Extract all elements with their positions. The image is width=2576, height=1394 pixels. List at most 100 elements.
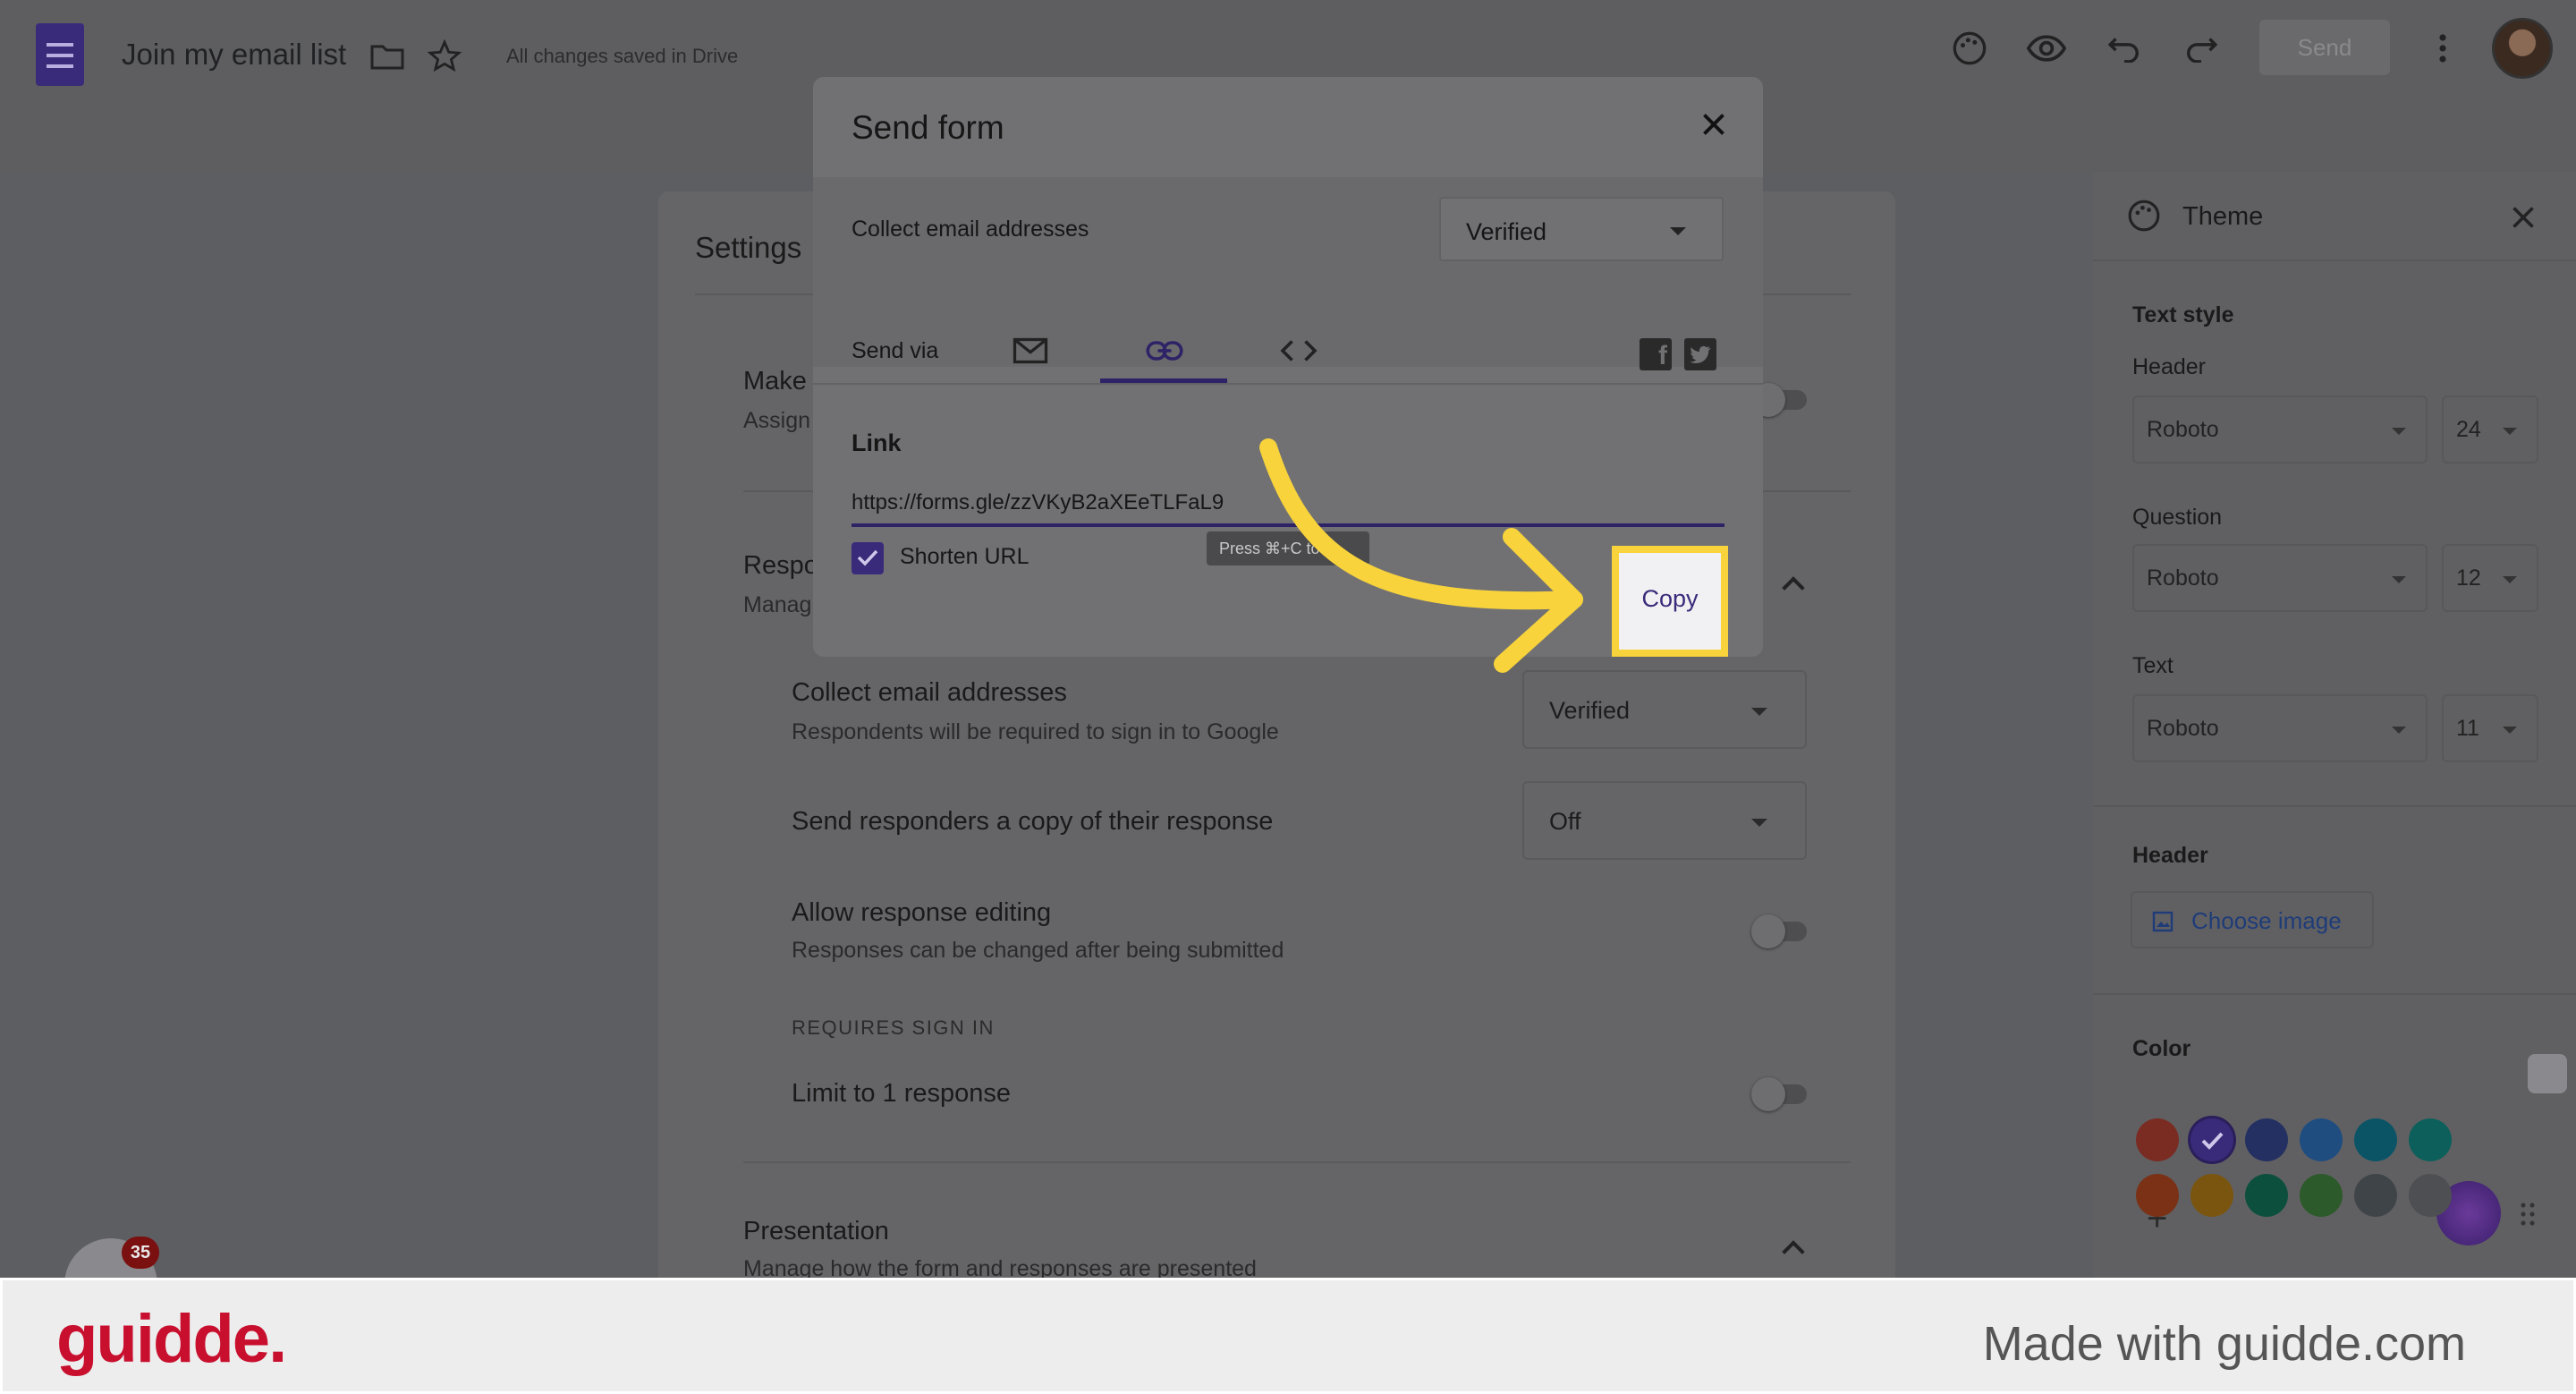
close-icon[interactable] bbox=[2510, 204, 2537, 231]
theme-divider bbox=[2093, 259, 2576, 261]
image-icon bbox=[2152, 911, 2174, 932]
more-vert-icon[interactable] bbox=[2436, 32, 2449, 64]
notification-badge: 35 bbox=[122, 1237, 159, 1269]
limit-one-label: Limit to 1 response bbox=[792, 1079, 1012, 1108]
make-quiz-label: Make bbox=[743, 367, 807, 395]
avatar[interactable] bbox=[2492, 18, 2553, 79]
collect-email-label: Collect email addresses bbox=[852, 217, 1089, 242]
header-font-label: Header bbox=[2132, 354, 2206, 379]
question-font-dropdown[interactable]: Roboto bbox=[2132, 544, 2428, 612]
guidde-logo: guidde. bbox=[56, 1301, 287, 1377]
dropdown-arrow-icon bbox=[1670, 227, 1686, 235]
text-size-dropdown[interactable]: 11 bbox=[2442, 694, 2538, 762]
color-heading: Color bbox=[2132, 1036, 2191, 1061]
presentation-label: Presentation bbox=[743, 1217, 889, 1245]
color-swatch[interactable] bbox=[2136, 1118, 2179, 1161]
header-size-value: 24 bbox=[2456, 417, 2481, 442]
footer-banner: guidde. Made with guidde.com bbox=[0, 1278, 2576, 1394]
send-via-label: Send via bbox=[852, 338, 939, 363]
header-font-dropdown[interactable]: Roboto bbox=[2132, 395, 2428, 463]
limit-one-toggle[interactable] bbox=[1751, 1077, 1807, 1111]
facebook-icon[interactable]: f bbox=[1640, 338, 1672, 370]
shorten-url-checkbox[interactable] bbox=[852, 542, 884, 574]
make-quiz-sub: Assign bbox=[743, 408, 811, 433]
color-swatch[interactable] bbox=[2354, 1174, 2397, 1217]
allow-edit-toggle[interactable] bbox=[1751, 914, 1807, 948]
header-size-dropdown[interactable]: 24 bbox=[2442, 395, 2538, 463]
question-font-value: Roboto bbox=[2147, 565, 2219, 591]
chat-widget-icon[interactable] bbox=[2528, 1054, 2567, 1093]
color-swatch[interactable] bbox=[2190, 1174, 2233, 1217]
responses-sub: Manag bbox=[743, 592, 812, 617]
dropdown-arrow-icon bbox=[2392, 727, 2406, 734]
embed-icon[interactable] bbox=[1280, 338, 1318, 363]
dropdown-arrow-icon bbox=[2392, 576, 2406, 583]
collect-email-label: Collect email addresses bbox=[792, 678, 1067, 707]
allow-edit-label: Allow response editing bbox=[792, 898, 1052, 927]
twitter-icon[interactable] bbox=[1684, 338, 1716, 370]
dropdown-arrow-icon bbox=[1751, 708, 1767, 716]
guide-arrow-icon bbox=[1259, 438, 1583, 673]
page: Join my email list All changes saved in … bbox=[0, 0, 2576, 1394]
dropdown-arrow-icon bbox=[2503, 727, 2517, 734]
theme-divider bbox=[2093, 805, 2576, 807]
eye-icon[interactable] bbox=[2027, 32, 2066, 64]
collect-email-sub: Respondents will be required to sign in … bbox=[792, 719, 1279, 744]
send-copy-value: Off bbox=[1549, 808, 1581, 835]
collect-email-dropdown[interactable]: Verified bbox=[1439, 197, 1724, 261]
choose-image-button[interactable]: Choose image bbox=[2131, 891, 2374, 948]
redo-icon[interactable] bbox=[2184, 32, 2218, 63]
link-url-field[interactable]: https://forms.gle/zzVKyB2aXEeTLFaL9 bbox=[852, 490, 1224, 515]
color-swatch[interactable] bbox=[2300, 1174, 2343, 1217]
settings-title: Settings bbox=[695, 231, 802, 264]
text-size-value: 11 bbox=[2456, 716, 2479, 741]
color-swatch[interactable] bbox=[2354, 1118, 2397, 1161]
text-font-label: Text bbox=[2132, 653, 2174, 678]
theme-title: Theme bbox=[2182, 202, 2264, 231]
dropdown-arrow-icon bbox=[2503, 576, 2517, 583]
header-image-heading: Header bbox=[2132, 843, 2208, 868]
send-copy-dropdown[interactable]: Off bbox=[1522, 781, 1807, 860]
theme-divider bbox=[2093, 993, 2576, 995]
doc-title[interactable]: Join my email list bbox=[122, 38, 346, 72]
email-icon[interactable] bbox=[1013, 336, 1048, 365]
folder-icon[interactable] bbox=[370, 43, 404, 70]
dropdown-arrow-icon bbox=[2503, 428, 2517, 435]
link-icon[interactable] bbox=[1146, 338, 1183, 363]
dialog-title: Send form bbox=[852, 109, 1004, 146]
send-copy-label: Send responders a copy of their response bbox=[792, 807, 1274, 836]
undo-icon[interactable] bbox=[2107, 32, 2141, 63]
palette-icon bbox=[2128, 200, 2160, 232]
forms-logo-icon[interactable] bbox=[36, 23, 84, 86]
color-swatch[interactable] bbox=[2300, 1118, 2343, 1161]
color-swatch[interactable] bbox=[2245, 1118, 2288, 1161]
link-heading: Link bbox=[852, 429, 902, 456]
text-font-dropdown[interactable]: Roboto bbox=[2132, 694, 2428, 762]
made-with-text: Made with guidde.com bbox=[1982, 1317, 2466, 1371]
question-font-label: Question bbox=[2132, 505, 2223, 530]
collect-email-value: Verified bbox=[1549, 697, 1631, 724]
collect-email-value: Verified bbox=[1466, 218, 1547, 245]
copy-button[interactable]: Copy bbox=[1612, 546, 1728, 657]
send-button[interactable]: Send bbox=[2259, 20, 2390, 75]
saved-status: All changes saved in Drive bbox=[506, 45, 739, 67]
section-divider bbox=[743, 1161, 1851, 1163]
question-size-dropdown[interactable]: 12 bbox=[2442, 544, 2538, 612]
color-swatch[interactable] bbox=[2136, 1174, 2179, 1217]
requires-sign-in: REQUIRES SIGN IN bbox=[792, 1016, 995, 1039]
color-swatch[interactable] bbox=[2409, 1174, 2452, 1217]
color-swatch[interactable] bbox=[2245, 1174, 2288, 1217]
dialog-divider bbox=[813, 383, 1763, 385]
copy-label: Copy bbox=[1641, 585, 1699, 612]
close-icon[interactable] bbox=[1700, 111, 1727, 138]
dropdown-arrow-icon bbox=[1751, 819, 1767, 827]
star-icon[interactable] bbox=[428, 39, 462, 73]
header-font-value: Roboto bbox=[2147, 417, 2219, 442]
palette-icon[interactable] bbox=[1952, 30, 1987, 66]
color-swatch[interactable] bbox=[2409, 1118, 2452, 1161]
allow-edit-sub: Responses can be changed after being sub… bbox=[792, 938, 1284, 963]
collect-email-dropdown[interactable]: Verified bbox=[1522, 670, 1807, 749]
color-swatch[interactable] bbox=[2190, 1118, 2233, 1161]
drag-handle-icon[interactable] bbox=[2519, 1201, 2537, 1228]
text-font-value: Roboto bbox=[2147, 716, 2219, 741]
